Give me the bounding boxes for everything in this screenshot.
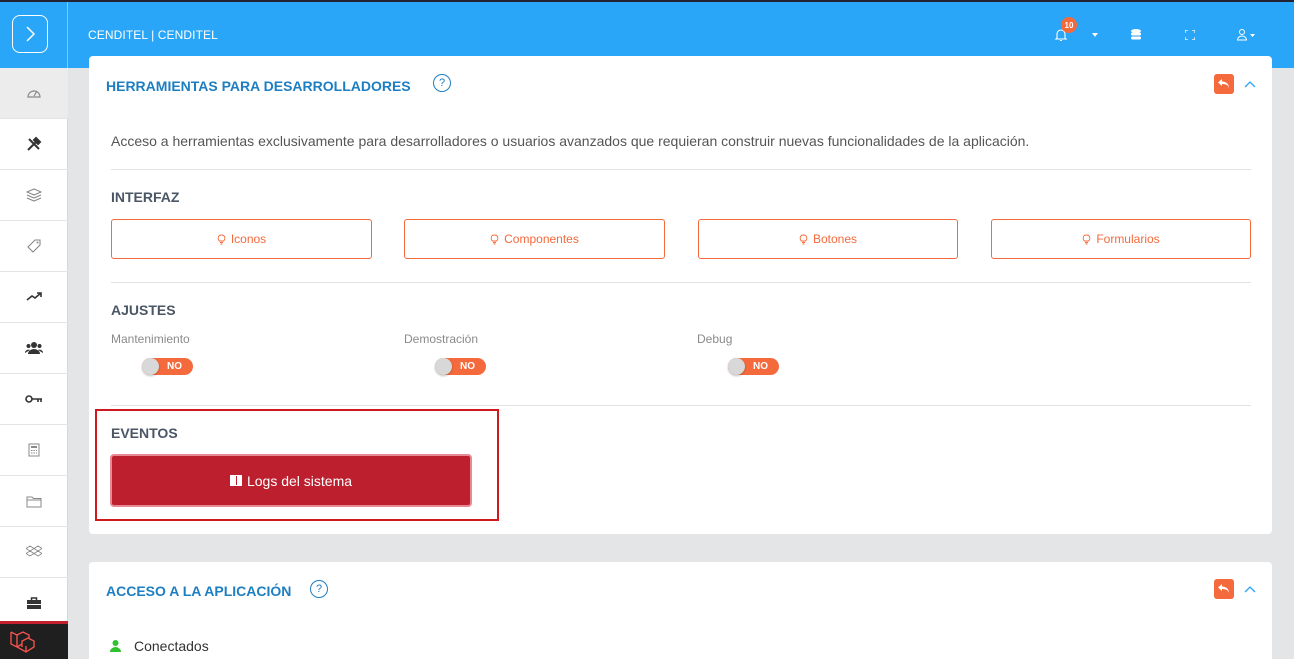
users-icon [25,342,43,354]
sidebar-toggle-area [0,2,68,68]
app-access-card [89,562,1272,659]
componentes-button[interactable]: Componentes [404,219,665,259]
sidebar-item-folder[interactable] [0,476,68,527]
fullscreen-icon [1185,30,1195,40]
connected-users-row: Conectados [110,638,209,654]
debug-toggle[interactable]: NO [728,358,779,375]
mantenimiento-label: Mantenimiento [111,332,190,346]
dev-tools-title: HERRAMIENTAS PARA DESARROLLADORES [106,78,411,94]
interfaz-section-title: INTERFAZ [111,189,180,205]
dev-tools-back-button[interactable] [1214,74,1234,94]
tools-icon [27,136,42,151]
dropbox-icon [26,545,42,557]
logs-del-sistema-button[interactable]: Logs del sistema [110,454,472,507]
app-access-help-icon[interactable]: ? [310,580,328,598]
sidebar-item-dashboard[interactable] [0,68,68,119]
botones-button-label: Botones [812,232,858,246]
toggle-knob [142,358,159,375]
book-icon [229,475,242,486]
chevron-right-icon [26,26,36,42]
sidebar-toggle-button[interactable] [12,15,48,53]
formularios-button-label: Formularios [1096,232,1160,246]
undo-icon [1218,79,1229,88]
sidebar-item-dropbox[interactable] [0,527,68,578]
user-icon [1237,29,1255,41]
notifications-button[interactable]: 10 [1054,17,1077,50]
lightbulb-icon [490,234,499,244]
lightbulb-icon [217,234,226,244]
sidebar-item-keys[interactable] [0,374,68,425]
trending-icon [26,292,42,301]
dev-tools-help-icon[interactable]: ? [433,74,451,92]
laravel-logo-icon [10,630,35,653]
layers-icon [26,188,42,202]
dashboard-icon [27,90,41,98]
lightbulb-icon [799,234,808,244]
toggle-knob [728,358,745,375]
divider [111,169,1251,170]
debug-label: Debug [697,332,733,346]
app-access-back-button[interactable] [1214,579,1234,599]
sidebar-item-calculator[interactable] [0,425,68,476]
laravel-logo [0,621,68,659]
dev-tools-description: Acceso a herramientas exclusivamente par… [111,133,1030,149]
sidebar-item-users[interactable] [0,323,68,374]
dev-tools-collapse-button[interactable] [1243,77,1257,91]
iconos-button[interactable]: Iconos [111,219,372,259]
chevron-up-icon [1244,80,1256,87]
sidebar-item-tools[interactable] [0,119,68,170]
toggle-knob [435,358,452,375]
calculator-icon [28,443,40,457]
ajustes-section-title: AJUSTES [111,302,176,318]
app-access-collapse-button[interactable] [1243,582,1257,596]
iconos-button-label: Iconos [230,232,267,246]
app-access-title: ACCESO A LA APLICACIÓN [106,583,292,599]
sidebar-item-tags[interactable] [0,221,68,272]
demostracion-toggle[interactable]: NO [435,358,486,375]
app-title: CENDITEL | CENDITEL [88,28,218,42]
mantenimiento-toggle[interactable]: NO [142,358,193,375]
user-menu-button[interactable] [1237,20,1255,50]
sidebar [0,68,68,659]
toggle-state: NO [460,361,475,372]
divider [111,282,1251,283]
notifications-dropdown[interactable] [1092,20,1098,50]
caret-down-icon [1092,33,1098,37]
database-icon [1131,29,1141,40]
fullscreen-button[interactable] [1185,20,1195,50]
folder-icon [26,496,42,507]
chevron-up-icon [1244,585,1256,592]
divider [111,405,1251,406]
briefcase-icon [27,597,41,609]
logs-button-label: Logs del sistema [246,472,353,489]
demostracion-label: Demostración [404,332,479,346]
botones-button[interactable]: Botones [698,219,958,259]
toggle-state: NO [753,361,768,372]
key-icon [25,395,42,403]
componentes-button-label: Componentes [504,232,579,246]
eventos-section-title: EVENTOS [111,425,178,441]
lightbulb-icon [1083,234,1091,244]
toggle-state: NO [167,361,182,372]
user-online-icon [110,640,121,652]
formularios-button[interactable]: Formularios [991,219,1251,259]
connected-label: Conectados [134,638,209,654]
notification-count-badge: 10 [1061,17,1077,33]
sidebar-item-layers[interactable] [0,170,68,221]
tag-icon [27,239,41,253]
undo-icon [1218,584,1229,593]
database-button[interactable] [1131,20,1141,50]
sidebar-item-trending[interactable] [0,272,68,323]
